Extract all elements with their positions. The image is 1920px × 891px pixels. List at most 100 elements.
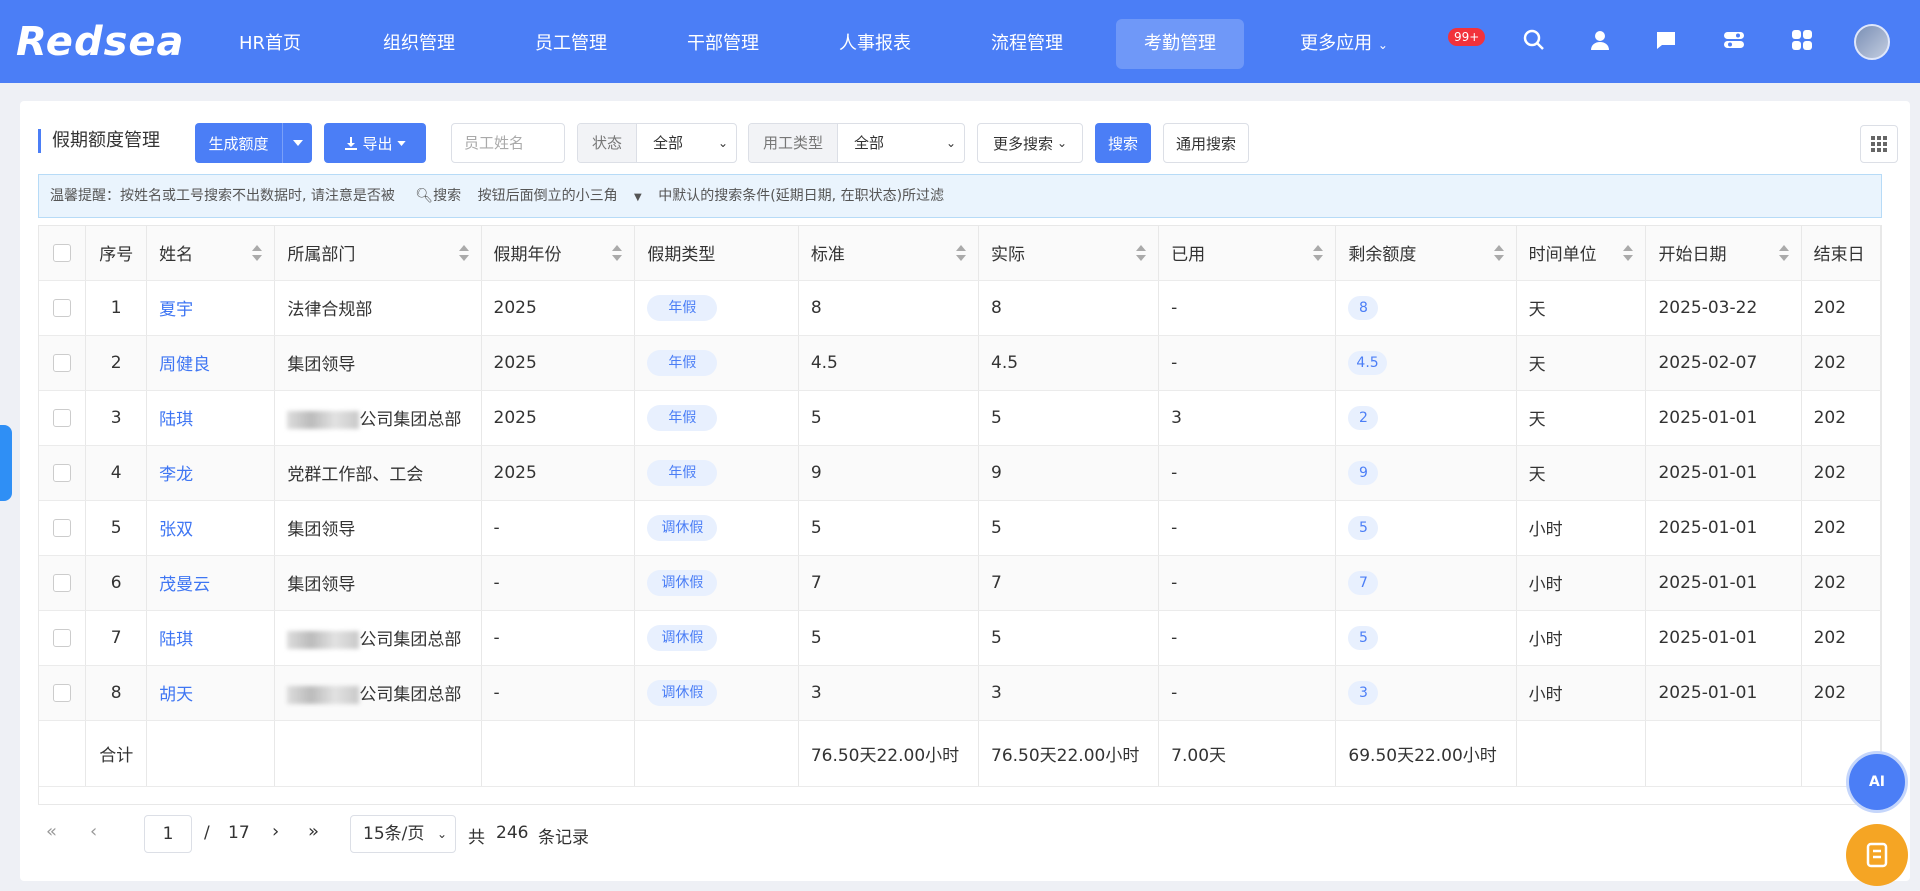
col-header-end-date: 结束日 bbox=[1801, 226, 1881, 281]
end-date-cell: 202 bbox=[1801, 610, 1881, 666]
row-checkbox[interactable] bbox=[39, 500, 87, 556]
employee-name-link[interactable]: 张双 bbox=[146, 500, 276, 556]
used-cell: - bbox=[1158, 555, 1337, 611]
column-settings-button[interactable] bbox=[1860, 125, 1898, 163]
download-icon bbox=[345, 137, 358, 150]
leave-type-cell: 年假 bbox=[634, 390, 799, 446]
row-checkbox[interactable] bbox=[39, 445, 87, 501]
side-drawer-handle[interactable] bbox=[0, 425, 12, 501]
standard-cell: 7 bbox=[798, 555, 980, 611]
page-size-select[interactable]: 15条/页 ⌄ bbox=[350, 815, 456, 853]
employee-name-link[interactable]: 胡天 bbox=[146, 665, 276, 721]
sort-icon[interactable] bbox=[252, 245, 263, 261]
unit-cell: 小时 bbox=[1516, 665, 1647, 721]
prev-page-icon[interactable]: ‹ bbox=[90, 821, 97, 842]
notice-text: 温馨提醒：按姓名或工号搜索不出数据时, 请注意是否被 bbox=[50, 188, 395, 204]
end-date-cell: 202 bbox=[1801, 555, 1881, 611]
employee-name-link[interactable]: 茂曼云 bbox=[146, 555, 276, 611]
sort-icon[interactable] bbox=[1493, 245, 1504, 261]
table-row: 1 夏宇 法律合规部 2025 年假 8 8-8 天 2025-03-22 202 bbox=[39, 280, 1881, 336]
col-header-department[interactable]: 所属部门 bbox=[274, 226, 482, 281]
work-type-select[interactable]: 用工类型 全部 ⌄ bbox=[748, 123, 965, 163]
chevron-down-icon: ⌄ bbox=[1377, 38, 1388, 52]
leave-type-cell: 年假 bbox=[634, 445, 799, 501]
row-checkbox[interactable] bbox=[39, 555, 87, 611]
unit-cell: 天 bbox=[1516, 390, 1647, 446]
employee-name-link[interactable]: 夏宇 bbox=[146, 280, 276, 336]
col-header-year[interactable]: 假期年份 bbox=[481, 226, 636, 281]
select-all-checkbox[interactable] bbox=[39, 226, 87, 281]
employee-name-link[interactable]: 周健良 bbox=[146, 335, 276, 391]
leave-type-tag: 年假 bbox=[647, 459, 718, 486]
sort-icon[interactable] bbox=[956, 245, 966, 261]
leave-type-tag: 调休假 bbox=[647, 569, 718, 596]
department-cell: 集团领导 bbox=[274, 500, 482, 556]
col-header-used[interactable]: 已用 bbox=[1158, 226, 1337, 281]
leave-type-tag: 年假 bbox=[647, 294, 718, 321]
avatar[interactable] bbox=[1854, 24, 1890, 60]
nav-process-management[interactable]: 流程管理 bbox=[980, 19, 1074, 69]
page-number-input[interactable]: 1 bbox=[144, 815, 192, 853]
start-date-cell: 2025-01-01 bbox=[1645, 665, 1802, 721]
docs-button[interactable] bbox=[1846, 824, 1908, 886]
sort-icon[interactable] bbox=[612, 245, 623, 261]
ai-assistant-button[interactable]: AI bbox=[1846, 751, 1908, 813]
nav-more-apps[interactable]: 更多应用 ⌄ bbox=[1292, 19, 1396, 69]
nav-hr-reports[interactable]: 人事报表 bbox=[828, 19, 922, 69]
page-separator: / bbox=[204, 823, 210, 843]
search-button[interactable]: 搜索 bbox=[1095, 123, 1151, 163]
row-no: 4 bbox=[85, 445, 148, 501]
row-checkbox[interactable] bbox=[39, 280, 87, 336]
sort-icon[interactable] bbox=[458, 245, 469, 261]
apps-grid-icon[interactable] bbox=[1788, 26, 1816, 54]
row-checkbox[interactable] bbox=[39, 665, 87, 721]
sort-icon[interactable] bbox=[1136, 245, 1147, 261]
nav-hr-home[interactable]: HR首页 bbox=[230, 19, 310, 69]
nav-cadre-management[interactable]: 干部管理 bbox=[676, 19, 770, 69]
employee-name-link[interactable]: 陆琪 bbox=[146, 610, 276, 666]
col-header-remaining[interactable]: 剩余额度 bbox=[1335, 226, 1517, 281]
more-search-button[interactable]: 更多搜索 ⌄ bbox=[977, 123, 1083, 163]
year-cell: - bbox=[481, 500, 636, 556]
col-header-name[interactable]: 姓名 bbox=[146, 226, 276, 281]
caret-down-icon[interactable] bbox=[282, 123, 312, 163]
row-checkbox[interactable] bbox=[39, 610, 87, 666]
status-select[interactable]: 状态 全部 ⌄ bbox=[577, 123, 737, 163]
general-search-button[interactable]: 通用搜索 bbox=[1163, 123, 1249, 163]
employee-name-link[interactable]: 李龙 bbox=[146, 445, 276, 501]
row-no: 5 bbox=[85, 500, 148, 556]
toggle-icon[interactable] bbox=[1720, 26, 1748, 54]
used-cell: 3 bbox=[1158, 390, 1337, 446]
generate-quota-button[interactable]: 生成额度 bbox=[195, 123, 312, 163]
leave-type-tag: 年假 bbox=[647, 349, 718, 376]
search-icon[interactable] bbox=[1520, 26, 1548, 54]
app-logo[interactable]: Redsea bbox=[16, 20, 186, 64]
export-button[interactable]: 导出 bbox=[324, 123, 426, 163]
end-date-cell: 202 bbox=[1801, 665, 1881, 721]
employee-name-input[interactable]: 员工姓名 bbox=[451, 123, 565, 163]
message-icon[interactable] bbox=[1652, 26, 1680, 54]
employee-name-link[interactable]: 陆琪 bbox=[146, 390, 276, 446]
status-label: 状态 bbox=[578, 124, 638, 162]
col-header-actual[interactable]: 实际 bbox=[978, 226, 1160, 281]
first-page-icon[interactable]: « bbox=[46, 821, 57, 842]
sort-icon[interactable] bbox=[1313, 245, 1324, 261]
nav-attendance-management[interactable]: 考勤管理 bbox=[1116, 19, 1244, 69]
col-header-standard[interactable]: 标准 bbox=[798, 226, 980, 281]
sort-icon[interactable] bbox=[1623, 245, 1634, 261]
chevron-down-icon: ⌄ bbox=[1056, 136, 1068, 150]
nav-org-management[interactable]: 组织管理 bbox=[372, 19, 466, 69]
next-page-icon[interactable]: › bbox=[272, 821, 279, 842]
row-no: 6 bbox=[85, 555, 148, 611]
nav-more-apps-label: 更多应用 bbox=[1300, 33, 1373, 54]
row-checkbox[interactable] bbox=[39, 390, 87, 446]
sort-icon[interactable] bbox=[1778, 245, 1789, 261]
notice-text-2: 按钮后面倒立的小三角 bbox=[477, 188, 618, 204]
user-icon[interactable] bbox=[1586, 26, 1614, 54]
used-cell: - bbox=[1158, 445, 1337, 501]
row-checkbox[interactable] bbox=[39, 335, 87, 391]
col-header-start-date[interactable]: 开始日期 bbox=[1645, 226, 1802, 281]
last-page-icon[interactable]: » bbox=[308, 821, 319, 842]
col-header-unit[interactable]: 时间单位 bbox=[1516, 226, 1647, 281]
nav-employee-management[interactable]: 员工管理 bbox=[524, 19, 618, 69]
